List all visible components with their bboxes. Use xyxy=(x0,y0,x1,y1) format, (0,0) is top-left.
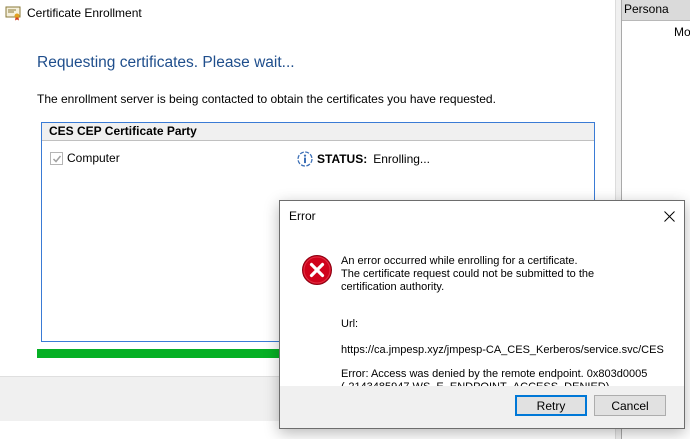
status-value: Enrolling... xyxy=(373,152,430,166)
certificate-item-row: Computer STATUS: Enrolling... xyxy=(50,151,594,167)
dialog-footer: Retry Cancel xyxy=(280,386,684,428)
status-indicator: STATUS: Enrolling... xyxy=(297,151,430,167)
progress-fill xyxy=(37,349,282,358)
dialog-message: An error occurred while enrolling for a … xyxy=(341,255,677,405)
dialog-titlebar: Error xyxy=(280,201,684,231)
background-tab[interactable]: Persona xyxy=(622,0,690,21)
panel-header: CES CEP Certificate Party xyxy=(42,123,594,141)
certificate-item-label: Computer xyxy=(67,151,120,165)
dialog-title: Error xyxy=(289,209,316,223)
retry-button[interactable]: Retry xyxy=(515,395,587,416)
title-bar: Certificate Enrollment xyxy=(5,4,142,22)
background-item: Mo xyxy=(674,25,690,39)
error-icon xyxy=(302,255,332,285)
url-value: https://ca.jmpesp.xyz/jmpesp-CA_CES_Kerb… xyxy=(341,344,664,356)
checkmark-icon xyxy=(52,155,62,163)
status-label: STATUS: xyxy=(317,152,368,166)
error-message: An error occurred while enrolling for a … xyxy=(341,255,595,293)
window-title: Certificate Enrollment xyxy=(27,6,142,20)
close-button[interactable] xyxy=(654,201,684,231)
close-icon xyxy=(663,210,675,222)
dialog-body: An error occurred while enrolling for a … xyxy=(280,231,684,393)
computer-checkbox[interactable] xyxy=(50,152,63,165)
error-dialog: Error An error occurred while enrolling … xyxy=(279,200,685,429)
certificate-icon xyxy=(5,6,21,21)
cancel-button[interactable]: Cancel xyxy=(594,395,666,416)
info-icon xyxy=(297,151,313,167)
page-description: The enrollment server is being contacted… xyxy=(37,92,496,106)
page-heading: Requesting certificates. Please wait... xyxy=(37,54,295,71)
url-label: Url: xyxy=(341,318,359,330)
